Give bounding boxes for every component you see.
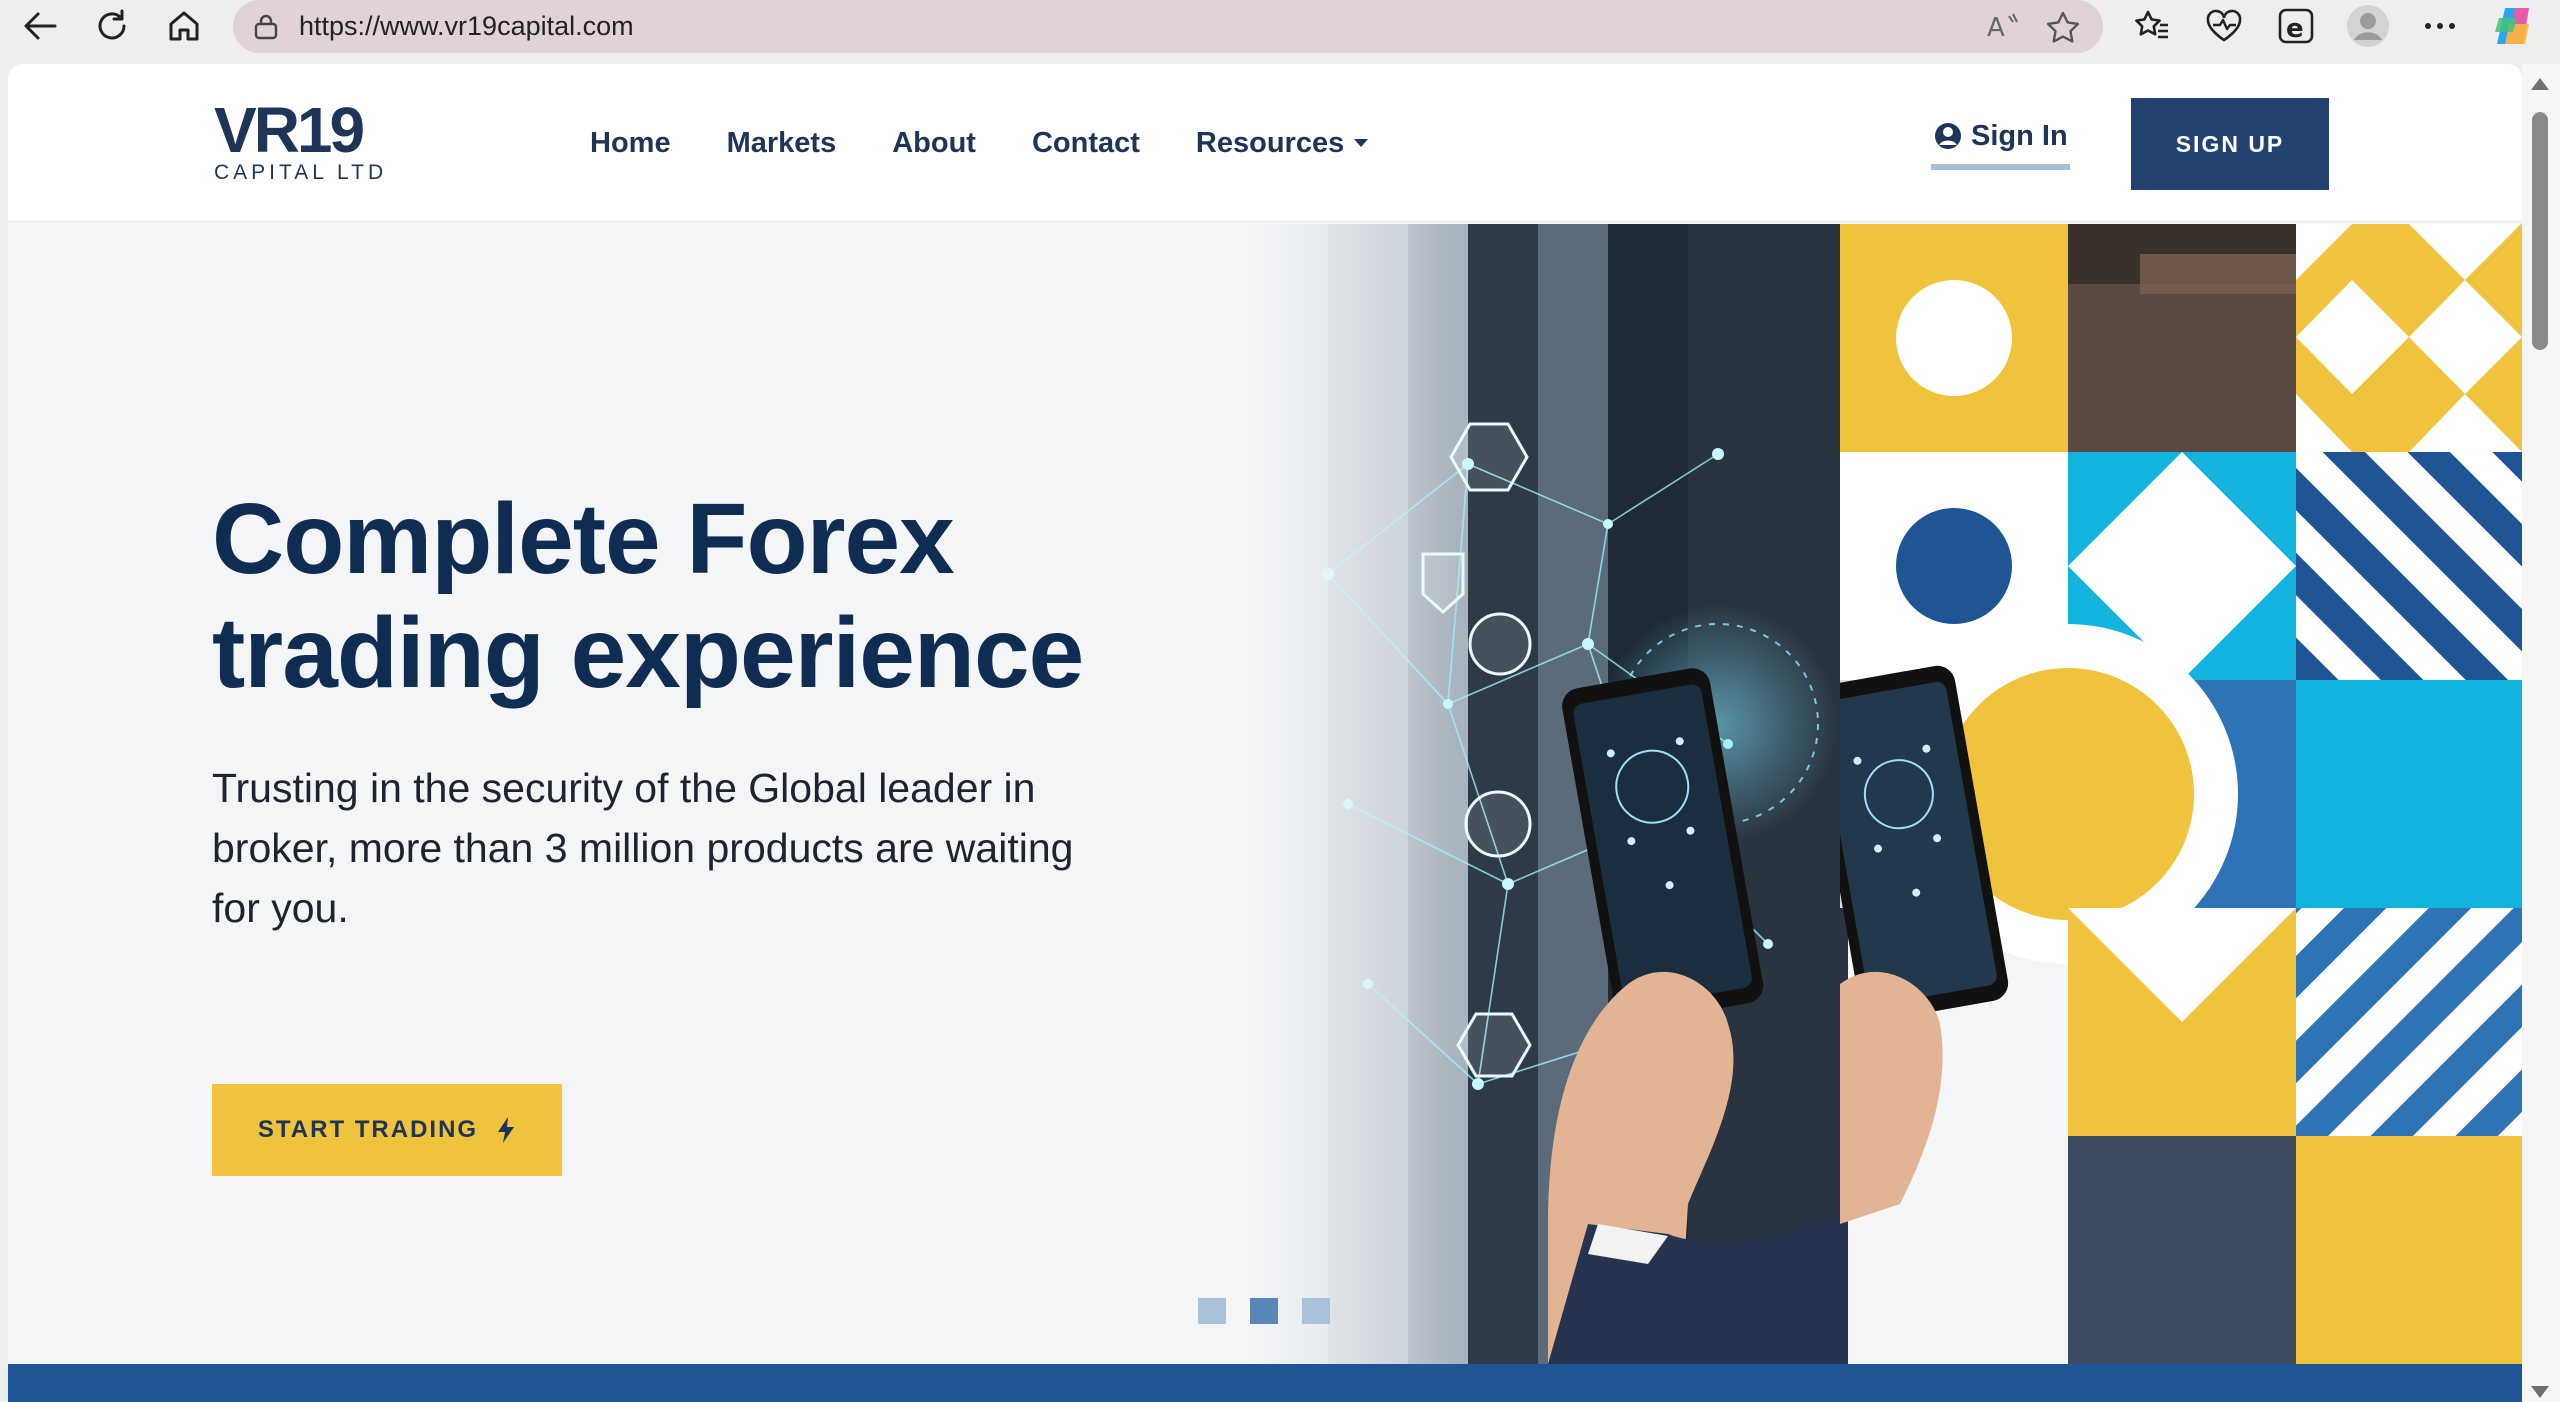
read-aloud-icon[interactable]: A	[1985, 10, 2021, 42]
sign-in-label: Sign In	[1971, 120, 2068, 152]
refresh-button[interactable]	[82, 0, 142, 52]
carousel-dot-1[interactable]	[1198, 1298, 1226, 1324]
nav-about[interactable]: About	[892, 127, 976, 160]
hero-title: Complete Forex trading experience	[212, 482, 1084, 710]
page-scrollbar[interactable]	[2522, 64, 2560, 1402]
svg-text:A: A	[1987, 13, 2005, 42]
address-bar[interactable]: https://www.vr19capital.com A	[233, 0, 2103, 53]
nav-markets[interactable]: Markets	[727, 127, 837, 160]
site-header: VR19 CAPITAL LTD Home Markets About Cont…	[8, 64, 2522, 222]
hero-description-line-2: broker, more than 3 million products are…	[212, 825, 1074, 871]
hero-photo	[1248, 224, 1848, 1364]
logo-subtitle: CAPITAL LTD	[214, 161, 388, 184]
main-nav: Home Markets About Contact Resources	[590, 64, 1424, 222]
profile-icon	[2347, 5, 2389, 47]
home-icon	[169, 11, 199, 41]
star-icon[interactable]	[2045, 10, 2081, 44]
user-circle-icon	[1935, 123, 1961, 149]
hero-title-line-1: Complete Forex	[212, 483, 955, 595]
geometric-tiles	[1807, 224, 2522, 1364]
lock-icon	[254, 14, 278, 40]
health-icon	[2206, 9, 2242, 42]
carousel-dot-3[interactable]	[1302, 1298, 1330, 1324]
carousel-dot-2[interactable]	[1250, 1298, 1278, 1324]
start-trading-label: START TRADING	[257, 1116, 479, 1143]
carousel-dots	[1198, 1298, 1330, 1324]
scroll-up-arrow-icon[interactable]	[2531, 78, 2549, 90]
more-button[interactable]	[2412, 0, 2468, 52]
profile-button[interactable]	[2340, 0, 2396, 52]
hero-description: Trusting in the security of the Global l…	[212, 758, 1192, 938]
ie-mode-icon: e	[2278, 8, 2314, 44]
url-text: https://www.vr19capital.com	[299, 11, 634, 41]
sign-up-button[interactable]: SIGN UP	[2131, 98, 2329, 190]
start-trading-button[interactable]: START TRADING	[212, 1084, 562, 1176]
caret-down-icon	[1354, 139, 1369, 147]
logo-mark: VR19	[214, 94, 365, 166]
page-viewport: VR19 CAPITAL LTD Home Markets About Cont…	[8, 64, 2522, 1402]
back-button[interactable]	[10, 0, 70, 52]
lightning-icon	[498, 1117, 515, 1143]
hero-title-line-2: trading experience	[212, 597, 1084, 709]
browser-essentials-button[interactable]	[2196, 0, 2252, 52]
sign-in-link[interactable]: Sign In	[1931, 116, 2070, 170]
scroll-down-arrow-icon[interactable]	[2531, 1386, 2549, 1398]
hero-description-line-3: for you.	[212, 885, 349, 931]
nav-resources[interactable]: Resources	[1195, 126, 1369, 160]
hero-description-line-1: Trusting in the security of the Global l…	[212, 765, 1036, 811]
scroll-thumb[interactable]	[2532, 112, 2548, 350]
site-logo[interactable]: VR19 CAPITAL LTD	[214, 94, 388, 184]
back-arrow-icon	[24, 12, 57, 40]
next-section-band	[8, 1364, 2522, 1402]
ie-mode-button[interactable]: e	[2268, 0, 2324, 52]
copilot-button[interactable]	[2486, 0, 2542, 52]
svg-text:e: e	[2286, 14, 2304, 44]
nav-home[interactable]: Home	[590, 127, 671, 160]
hero-section: Complete Forex trading experience Trusti…	[8, 224, 2522, 1364]
favorites-button[interactable]	[2124, 0, 2180, 52]
copilot-icon	[2495, 8, 2529, 44]
nav-contact[interactable]: Contact	[1032, 127, 1140, 160]
nav-resources-label: Resources	[1195, 126, 1345, 159]
favorites-icon	[2135, 10, 2168, 39]
refresh-icon	[98, 9, 126, 40]
home-button[interactable]	[154, 0, 214, 52]
more-icon	[2425, 23, 2455, 29]
browser-toolbar: https://www.vr19capital.com A e	[0, 0, 2560, 64]
trading-phone-illustration	[1248, 224, 1848, 1364]
